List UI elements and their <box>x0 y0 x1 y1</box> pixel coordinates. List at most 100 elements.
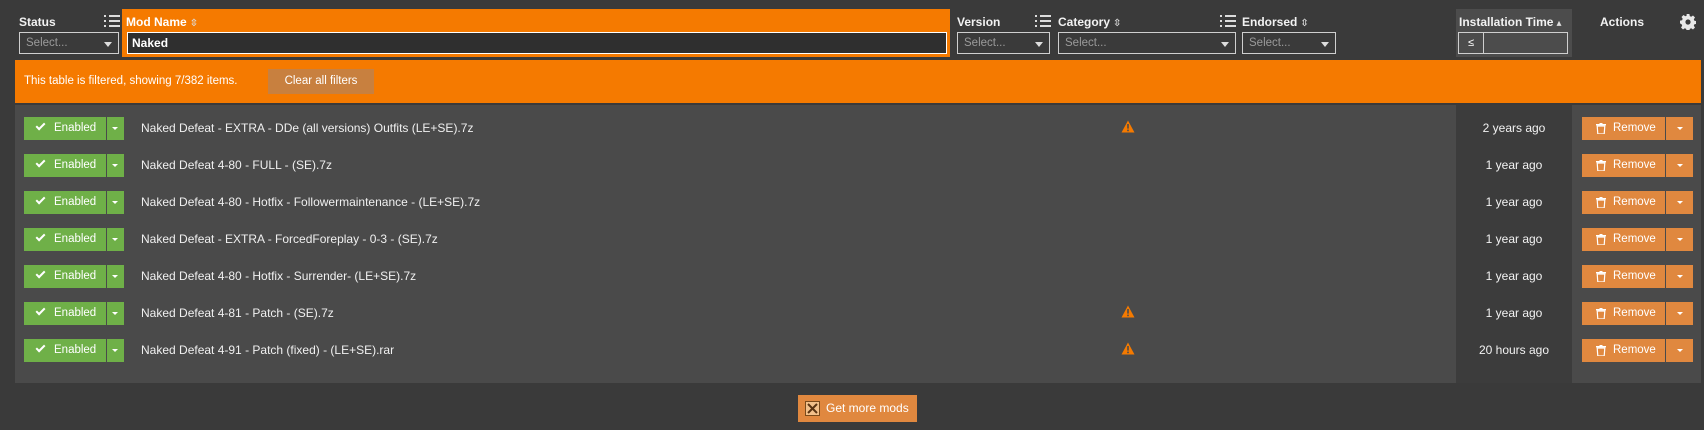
mod-name-cell: Naked Defeat - EXTRA - DDe (all versions… <box>141 121 474 135</box>
chevron-down-icon <box>1321 42 1329 47</box>
status-enabled-button[interactable]: Enabled <box>24 265 106 288</box>
status-dropdown-button[interactable] <box>107 228 124 251</box>
installation-time-cell: 1 year ago <box>1485 158 1543 172</box>
trash-icon <box>1596 234 1606 245</box>
sort-icon: ⇳ <box>1300 18 1309 29</box>
status-dropdown-button[interactable] <box>107 191 124 214</box>
remove-button[interactable]: Remove <box>1582 191 1665 214</box>
check-icon <box>35 342 46 353</box>
column-status-label[interactable]: Status <box>19 15 56 29</box>
status-enabled-button[interactable]: Enabled <box>24 154 106 177</box>
status-dropdown-button[interactable] <box>107 117 124 140</box>
remove-label: Remove <box>1613 159 1656 171</box>
table-row: Enabled Naked Defeat - EXTRA - DDe (all v… <box>15 108 1701 148</box>
status-enabled-button[interactable]: Enabled <box>24 302 106 325</box>
status-dropdown-button[interactable] <box>107 339 124 362</box>
column-status: Status Select... <box>13 9 121 57</box>
check-icon <box>35 305 46 316</box>
column-version: Version Select... <box>951 9 1051 57</box>
clear-all-filters-button[interactable]: Clear all filters <box>268 69 374 94</box>
version-filter-placeholder: Select... <box>964 37 1006 49</box>
column-category: Category ⇳ Select... <box>1052 9 1237 57</box>
installation-time-cell: 1 year ago <box>1485 232 1543 246</box>
status-label: Enabled <box>54 270 97 282</box>
get-more-mods-button[interactable]: Get more mods <box>798 395 917 422</box>
status-label: Enabled <box>54 196 97 208</box>
status-label: Enabled <box>54 233 97 245</box>
table-row: Enabled Naked Defeat 4-80 - FULL - (SE).7… <box>15 145 1701 185</box>
installation-time-filter[interactable]: ≤ <box>1458 32 1568 54</box>
remove-dropdown-button[interactable] <box>1666 191 1693 214</box>
version-filter-select[interactable]: Select... <box>957 32 1050 54</box>
check-icon <box>35 157 46 168</box>
remove-button[interactable]: Remove <box>1582 265 1665 288</box>
column-endorsed-text: Endorsed <box>1242 15 1298 29</box>
check-icon <box>35 268 46 279</box>
list-filter-icon[interactable] <box>1220 14 1236 28</box>
remove-button[interactable]: Remove <box>1582 339 1665 362</box>
table-header: Status Select... Mod Name⇳ Version Selec… <box>0 0 1704 58</box>
remove-dropdown-button[interactable] <box>1666 154 1693 177</box>
remove-label: Remove <box>1613 233 1656 245</box>
filter-notice-message: This table is filtered, showing 7/382 it… <box>24 75 238 87</box>
column-mod-name-label[interactable]: Mod Name ⇳ <box>126 15 198 29</box>
column-endorsed-label[interactable]: Endorsed ⇳ <box>1242 15 1309 29</box>
column-category-label[interactable]: Category ⇳ <box>1058 15 1121 29</box>
installation-time-cell: 2 years ago <box>1482 121 1546 135</box>
warning-icon <box>1121 342 1135 355</box>
remove-dropdown-button[interactable] <box>1666 339 1693 362</box>
sort-icon: ⇳ <box>189 18 199 29</box>
warning-icon <box>1121 305 1135 318</box>
gear-icon[interactable] <box>1680 14 1696 30</box>
category-filter-select[interactable]: Select... <box>1058 32 1236 54</box>
installation-time-cell: 20 hours ago <box>1478 343 1550 357</box>
status-enabled-button[interactable]: Enabled <box>24 228 106 251</box>
remove-dropdown-button[interactable] <box>1666 265 1693 288</box>
column-mod-name: Mod Name ⇳ <box>122 9 950 57</box>
status-enabled-button[interactable]: Enabled <box>24 339 106 362</box>
column-category-text: Category <box>1058 15 1111 29</box>
column-installation-time-text: Installation Time <box>1459 15 1554 29</box>
list-filter-icon[interactable] <box>1035 14 1051 28</box>
status-dropdown-button[interactable] <box>107 154 124 177</box>
endorsed-filter-placeholder: Select... <box>1249 37 1291 49</box>
installation-time-operator[interactable]: ≤ <box>1459 33 1484 53</box>
trash-icon <box>1596 197 1606 208</box>
warning-icon <box>1121 120 1135 133</box>
mod-name-cell: Naked Defeat 4-80 - FULL - (SE).7z <box>141 158 332 172</box>
column-installation-time-label[interactable]: Installation Time ▴ <box>1459 15 1562 29</box>
status-filter-select[interactable]: Select... <box>19 32 119 54</box>
column-actions-label: Actions <box>1600 15 1645 29</box>
list-filter-icon[interactable] <box>104 14 120 28</box>
remove-button[interactable]: Remove <box>1582 117 1665 140</box>
status-enabled-button[interactable]: Enabled <box>24 191 106 214</box>
mod-name-cell: Naked Defeat 4-91 - Patch (fixed) - (LE+… <box>141 343 395 357</box>
mod-name-cell: Naked Defeat 4-80 - Hotfix - Surrender- … <box>141 269 417 283</box>
status-dropdown-button[interactable] <box>107 265 124 288</box>
remove-button[interactable]: Remove <box>1582 154 1665 177</box>
remove-dropdown-button[interactable] <box>1666 117 1693 140</box>
remove-dropdown-button[interactable] <box>1666 302 1693 325</box>
check-icon <box>35 231 46 242</box>
table-footer: Get more mods <box>15 383 1701 430</box>
remove-button[interactable]: Remove <box>1582 228 1665 251</box>
status-dropdown-button[interactable] <box>107 302 124 325</box>
remove-label: Remove <box>1613 122 1656 134</box>
table-row: Enabled Naked Defeat 4-80 - Hotfix - Surr… <box>15 256 1701 296</box>
column-installation-time: Installation Time ▴ ≤ <box>1456 9 1572 57</box>
status-enabled-button[interactable]: Enabled <box>24 117 106 140</box>
trash-icon <box>1596 271 1606 282</box>
endorsed-filter-select[interactable]: Select... <box>1242 32 1336 54</box>
check-icon <box>35 120 46 131</box>
remove-dropdown-button[interactable] <box>1666 228 1693 251</box>
status-label: Enabled <box>54 122 97 134</box>
remove-button[interactable]: Remove <box>1582 302 1665 325</box>
chevron-down-icon <box>1035 42 1043 47</box>
trash-icon <box>1596 345 1606 356</box>
installation-time-cell: 1 year ago <box>1485 195 1543 209</box>
column-version-label[interactable]: Version <box>957 15 1000 29</box>
mod-name-cell: Naked Defeat - EXTRA - ForcedForeplay - … <box>141 232 438 246</box>
chevron-down-icon <box>1221 42 1229 47</box>
trash-icon <box>1596 123 1606 134</box>
mod-name-filter-input[interactable] <box>127 32 947 54</box>
